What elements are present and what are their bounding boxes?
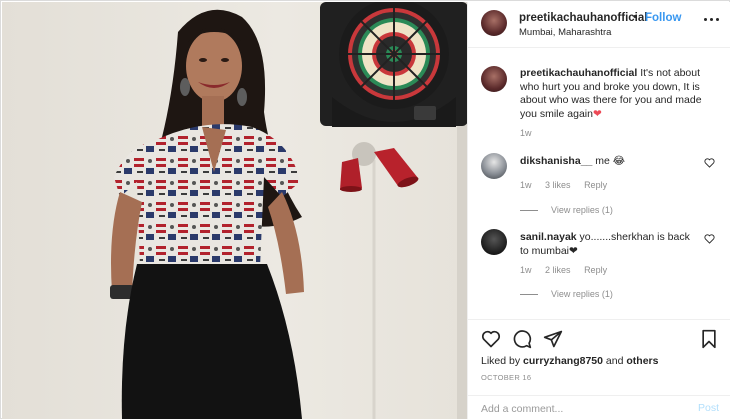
- add-comment-bar: Post: [468, 395, 730, 419]
- liked-by-user[interactable]: curryzhang8750: [523, 355, 603, 367]
- liked-by-line: Liked by curryzhang8750 and others: [481, 355, 658, 367]
- post-details-panel: preetikachauhanofficial • Follow Mumbai,…: [467, 2, 730, 419]
- caption-time[interactable]: 1w: [520, 128, 532, 138]
- author-avatar[interactable]: [481, 10, 507, 36]
- view-replies-button[interactable]: View replies (1): [520, 205, 613, 215]
- liked-by-and: and: [605, 355, 624, 367]
- header-separator: •: [633, 11, 637, 23]
- comment-time[interactable]: 1w: [520, 180, 532, 190]
- comment-username[interactable]: sanil.nayak: [520, 231, 577, 243]
- view-replies-button[interactable]: View replies (1): [520, 289, 613, 299]
- instagram-post-modal: preetikachauhanofficial • Follow Mumbai,…: [0, 0, 730, 419]
- comment-text: me 😂: [595, 155, 626, 167]
- dartboard: [320, 2, 467, 127]
- caption-heart-emoji: ❤: [592, 107, 602, 120]
- comment-reply-button[interactable]: Reply: [584, 180, 607, 190]
- paper-plane-icon[interactable]: [543, 329, 563, 349]
- comment-like-heart-icon[interactable]: [704, 234, 715, 244]
- add-comment-input[interactable]: [481, 401, 681, 416]
- heart-outline-icon[interactable]: [481, 329, 501, 349]
- caption-username[interactable]: preetikachauhanofficial: [520, 67, 637, 79]
- caption-text-block: preetikachauhanofficial It's not about w…: [520, 67, 720, 121]
- follow-button[interactable]: Follow: [645, 12, 681, 24]
- view-replies-line: [520, 210, 538, 212]
- author-username[interactable]: preetikachauhanofficial: [519, 12, 647, 24]
- comments-section[interactable]: preetikachauhanofficial It's not about w…: [468, 49, 730, 319]
- comment-heart-emoji: ❤: [569, 244, 578, 257]
- comment-like-heart-icon[interactable]: [704, 158, 715, 168]
- comment-text-block: dikshanisha__ me 😂: [520, 155, 695, 169]
- bookmark-icon[interactable]: [699, 329, 719, 349]
- liked-by-prefix: Liked by: [481, 355, 521, 367]
- comment-text-block: sanil.nayak yo.......sherkhan is back to…: [520, 231, 695, 258]
- comment-meta: 1w 2 likes Reply: [520, 265, 618, 275]
- post-comment-button[interactable]: Post: [698, 402, 719, 414]
- comment-likes[interactable]: 3 likes: [545, 180, 571, 190]
- commenter-avatar[interactable]: [481, 153, 507, 179]
- post-photo-illustration: [2, 2, 467, 419]
- view-replies-label: View replies (1): [551, 205, 613, 215]
- comment-time[interactable]: 1w: [520, 265, 532, 275]
- comment-meta: 1w 3 likes Reply: [520, 180, 618, 190]
- comment-likes[interactable]: 2 likes: [545, 265, 571, 275]
- more-horizontal-icon[interactable]: [703, 15, 721, 25]
- post-date[interactable]: OCTOBER 16: [481, 373, 531, 382]
- comment-username[interactable]: dikshanisha__: [520, 155, 592, 167]
- commenter-avatar[interactable]: [481, 229, 507, 255]
- liked-by-others[interactable]: others: [626, 355, 658, 367]
- post-location[interactable]: Mumbai, Maharashtra: [519, 27, 611, 38]
- post-header: preetikachauhanofficial • Follow Mumbai,…: [468, 2, 730, 48]
- post-photo[interactable]: [2, 2, 467, 419]
- view-replies-line: [520, 294, 538, 296]
- comment-bubble-icon[interactable]: [512, 329, 532, 349]
- caption-author-avatar[interactable]: [481, 66, 507, 92]
- post-actions: Liked by curryzhang8750 and others OCTOB…: [468, 319, 730, 419]
- view-replies-label: View replies (1): [551, 289, 613, 299]
- comment-reply-button[interactable]: Reply: [584, 265, 607, 275]
